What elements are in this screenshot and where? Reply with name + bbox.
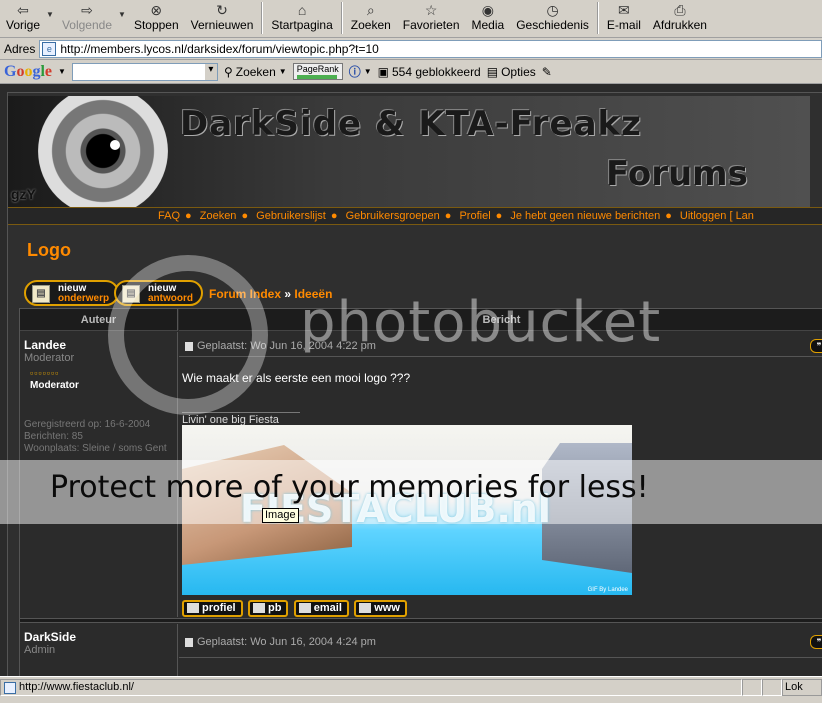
watermark-slogan: Protect more of your memories for less! — [50, 470, 649, 505]
forum-banner: DarkSide & KTA-Freakz Forums gzY — [8, 96, 810, 207]
banner-subtitle: Forums — [606, 154, 748, 194]
page-title[interactable]: Logo — [27, 240, 71, 261]
status-bar: http://www.fiestaclub.nl/ Lok — [0, 676, 822, 703]
media-icon: ◉ — [481, 1, 494, 18]
browser-toolbar: ⇦ Vorige ▼ ⇨ Volgende ▼ ⊗ Stoppen ↻ Vernieuw… — [0, 0, 822, 38]
back-dropdown-icon[interactable]: ▼ — [46, 2, 56, 19]
binoculars-icon: ⚲ — [223, 64, 233, 79]
history-icon: ◷ — [546, 1, 559, 18]
profile-icon — [187, 603, 199, 614]
google-logo[interactable]: Google — [4, 63, 52, 81]
banner-tag: gzY — [11, 186, 36, 202]
popup-blocker-icon: ▣ — [377, 64, 389, 79]
nav-memberlist[interactable]: Gebruikerslijst — [256, 210, 326, 222]
forward-arrow-icon: ⇨ — [81, 1, 93, 18]
post-author-info: Geregistreerd op: 16-6-2004 Berichten: 8… — [24, 419, 167, 454]
forward-button[interactable]: ⇨ Volgende — [56, 2, 118, 36]
post-icon — [185, 637, 193, 647]
google-toolbar: Google ▼ ⚲Zoeken▼ PageRank ⓘ▼ ▣554 geblo… — [0, 60, 822, 84]
eye-logo — [38, 96, 168, 207]
favorites-button[interactable]: ☆ Favorieten — [397, 2, 466, 36]
back-button[interactable]: ⇦ Vorige — [0, 2, 46, 36]
highlighter-icon[interactable]: ✎ — [542, 65, 552, 79]
post-divider — [179, 657, 822, 658]
back-arrow-icon: ⇦ — [17, 1, 29, 18]
mail-icon: ✉ — [618, 1, 630, 18]
search-icon: ⌕ — [366, 1, 375, 18]
status-cell — [762, 679, 782, 696]
nav-faq[interactable]: FAQ — [158, 210, 180, 222]
stop-button[interactable]: ⊗ Stoppen — [128, 2, 185, 36]
photobucket-logo-ring — [108, 255, 268, 415]
search-button[interactable]: ⌕ Zoeken — [345, 2, 397, 36]
google-logo-dropdown-icon[interactable]: ▼ — [58, 67, 66, 76]
nav-profile[interactable]: Profiel — [459, 210, 490, 222]
status-zone: Lok — [782, 679, 822, 696]
post-date: Geplaatst: Wo Jun 16, 2004 4:24 pm — [185, 636, 376, 648]
post-message-cell: Geplaatst: Wo Jun 16, 2004 4:24 pm ❞ — [179, 624, 822, 676]
options-icon: ▤ — [486, 64, 499, 79]
email-button[interactable]: email — [293, 600, 349, 617]
nav-usergroups[interactable]: Gebruikersgroepen — [346, 210, 440, 222]
pagerank-bar — [296, 75, 337, 79]
address-input[interactable]: e http://members.lycos.nl/darksidex/foru… — [39, 39, 822, 58]
house-icon — [359, 603, 372, 614]
post-actions: profiel pb email www — [182, 600, 409, 617]
page-icon: e — [42, 41, 57, 56]
quote-button[interactable]: ❞ — [810, 635, 822, 649]
toolbar-separator — [596, 2, 599, 34]
status-text: http://www.fiestaclub.nl/ — [0, 679, 742, 696]
quote-button[interactable]: ❞ — [810, 339, 822, 353]
home-button[interactable]: ⌂ Startpagina — [265, 2, 338, 36]
watermark-brand: photobucket — [300, 290, 662, 355]
address-label: Adres — [4, 41, 36, 56]
star-icon: ☆ — [424, 1, 438, 18]
stop-icon: ⊗ — [150, 1, 163, 18]
message-icon — [252, 603, 265, 614]
status-cell — [742, 679, 762, 696]
media-button[interactable]: ◉ Media — [466, 2, 511, 36]
info-icon: ⓘ — [348, 65, 361, 79]
signature-credit: GIF By Landee — [587, 587, 628, 593]
post-author-rank: Admin — [24, 644, 56, 656]
www-button[interactable]: www — [354, 600, 407, 617]
home-icon: ⌂ — [297, 2, 307, 18]
address-url: http://members.lycos.nl/darksidex/forum/… — [60, 41, 379, 56]
refresh-icon: ↻ — [216, 1, 228, 18]
options-button[interactable]: ▤ Opties — [487, 65, 536, 79]
print-button[interactable]: ⎙ Afdrukken — [647, 2, 713, 36]
nav-messages[interactable]: Je hebt geen nieuwe berichten — [510, 210, 660, 222]
toolbar-separator — [340, 2, 343, 34]
profile-button[interactable]: profiel — [182, 600, 243, 617]
banner-title: DarkSide & KTA-Freakz — [180, 104, 642, 144]
forum-nav: FAQ ● Zoeken ● Gebruikerslijst ● Gebruikers… — [8, 207, 822, 225]
google-search-button[interactable]: ⚲ Zoeken ▼ — [224, 65, 287, 79]
mail-button[interactable]: ✉ E-mail — [601, 2, 647, 36]
image-tooltip: Image — [262, 508, 299, 523]
pagerank-indicator[interactable]: PageRank — [292, 63, 343, 80]
envelope-icon — [298, 603, 311, 614]
history-button[interactable]: ◷ Geschiedenis — [510, 2, 595, 36]
google-search-input[interactable] — [71, 62, 218, 81]
post-separator — [20, 618, 822, 623]
chevron-down-icon: ▼ — [278, 67, 287, 76]
address-bar: Adres e http://members.lycos.nl/darkside… — [0, 38, 822, 60]
document-icon: ▤ — [32, 285, 50, 303]
nav-search[interactable]: Zoeken — [200, 210, 237, 222]
forward-dropdown-icon[interactable]: ▼ — [118, 2, 128, 19]
post-author-name[interactable]: DarkSide — [24, 630, 173, 644]
pm-button[interactable]: pb — [247, 600, 289, 617]
nav-logout[interactable]: Uitloggen [ Lan — [680, 210, 754, 222]
toolbar-separator — [261, 2, 264, 34]
refresh-button[interactable]: ↻ Vernieuwen — [185, 2, 260, 36]
new-topic-button[interactable]: ▤ nieuw onderwerp — [24, 280, 120, 306]
popup-blocker[interactable]: ▣ 554 geblokkeerd — [378, 65, 481, 79]
info-button[interactable]: ⓘ ▼ — [349, 63, 372, 80]
post-author-cell: DarkSide Admin — [20, 624, 178, 676]
chevron-down-icon: ▼ — [363, 67, 372, 76]
printer-icon: ⎙ — [674, 1, 686, 18]
post-divider — [179, 356, 822, 357]
